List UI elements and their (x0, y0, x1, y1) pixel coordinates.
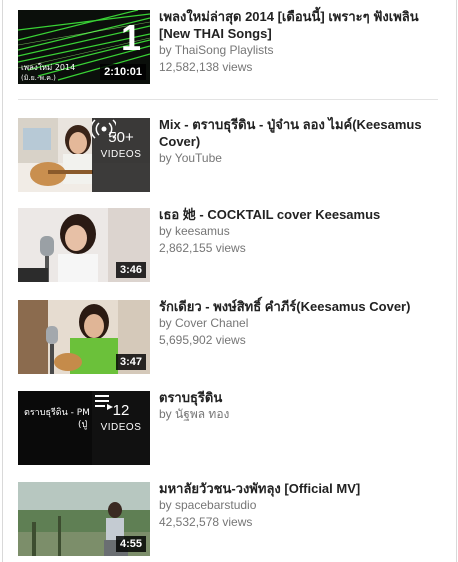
video-thumbnail[interactable]: 3:47 (18, 300, 150, 374)
video-thumbnail[interactable]: 50+ VIDEOS (18, 118, 150, 192)
channel-name: by YouTube (159, 151, 222, 165)
channel-name: by นัฐพล ทอง (159, 407, 230, 421)
video-item[interactable]: 1 เพลงใหม่ 2014 (มิ.ย.-พ.ค.) 2:10:01 เพล… (18, 8, 449, 86)
view-count: 12,582,138 views (159, 60, 253, 74)
thumb-caption-2: (ปู่ (78, 420, 88, 430)
video-title-link[interactable]: Mix - ตราบธุรีดิน - ปู่จ๋าน ลอง ไมค์(Kee… (159, 116, 449, 150)
video-thumbnail[interactable]: ตราบธุรีดิน - PM (ปู่ 12 VIDEOS (18, 391, 150, 465)
thumb-caption-2: (มิ.ย.-พ.ค.) (21, 74, 56, 82)
view-count: 5,695,902 views (159, 333, 246, 347)
playlist-overlay: 12 VIDEOS (92, 391, 150, 465)
channel-name: by ThaiSong Playlists (159, 43, 274, 57)
duration-badge: 3:47 (115, 354, 146, 370)
playlist-label: VIDEOS (100, 422, 142, 433)
video-title-link[interactable]: ตราบธุรีดิน (159, 389, 449, 406)
channel-name: by spacebarstudio (159, 498, 257, 512)
panel-left-border (2, 0, 3, 562)
duration-badge: 2:10:01 (100, 64, 146, 80)
playlist-icon (95, 395, 113, 410)
video-thumbnail[interactable]: 4:55 (18, 482, 150, 556)
thumb-number: 1 (121, 17, 141, 58)
mix-radio-icon (92, 119, 116, 139)
video-item[interactable]: 50+ VIDEOS Mix - ตราบธุรีดิน - ปู่จ๋าน ล… (18, 116, 449, 194)
video-item[interactable]: 3:46 เธอ 她 - COCKTAIL cover Keesamus by … (18, 206, 449, 284)
video-item[interactable]: 4:55 มหาลัยวัวชน-วงพัทลุง [Official MV] … (18, 480, 449, 558)
section-divider (18, 99, 438, 100)
video-title-link[interactable]: เพลงใหม่ล่าสุด 2014 [เดือนนี้] เพราะๆ ฟั… (159, 8, 449, 42)
playlist-overlay: 50+ VIDEOS (92, 118, 150, 192)
video-title-link[interactable]: รักเดียว - พงษ์สิทธิ์ คำภีร์(Keesamus Co… (159, 298, 449, 315)
thumb-caption: เพลงใหม่ 2014 (21, 63, 75, 72)
video-item[interactable]: ตราบธุรีดิน - PM (ปู่ 12 VIDEOS ตราบธุรี… (18, 389, 449, 467)
video-item[interactable]: 3:47 รักเดียว - พงษ์สิทธิ์ คำภีร์(Keesam… (18, 298, 449, 376)
duration-badge: 3:46 (115, 262, 146, 278)
video-thumbnail[interactable]: 3:46 (18, 208, 150, 282)
video-thumbnail[interactable]: 1 เพลงใหม่ 2014 (มิ.ย.-พ.ค.) 2:10:01 (18, 10, 150, 84)
view-count: 2,862,155 views (159, 241, 246, 255)
playlist-label: VIDEOS (100, 149, 142, 160)
video-title-link[interactable]: เธอ 她 - COCKTAIL cover Keesamus (159, 206, 449, 223)
thumb-caption: ตราบธุรีดิน - PM (24, 407, 90, 418)
panel-right-border (456, 0, 457, 562)
view-count: 42,532,578 views (159, 515, 253, 529)
channel-name: by Cover Chanel (159, 316, 249, 330)
channel-name: by keesamus (159, 224, 230, 238)
duration-badge: 4:55 (115, 536, 146, 552)
video-title-link[interactable]: มหาลัยวัวชน-วงพัทลุง [Official MV] (159, 480, 449, 497)
